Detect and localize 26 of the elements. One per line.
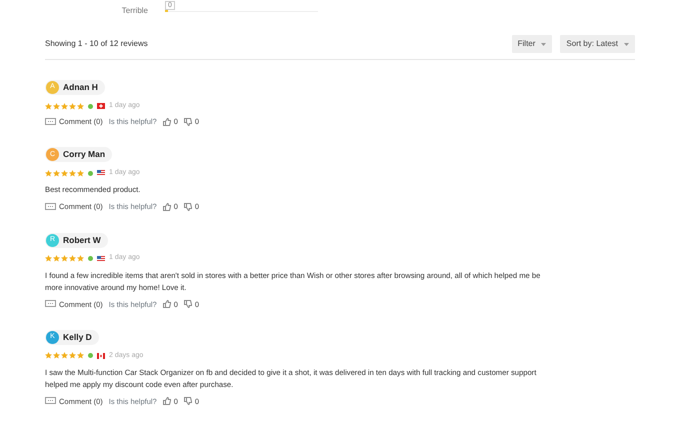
comment-icon: [45, 300, 56, 308]
reviewer-name: Kelly D: [63, 330, 92, 344]
comment-icon: [45, 202, 56, 211]
caret-icon: [541, 42, 546, 46]
thumbs-down-icon: [184, 397, 192, 406]
thumbs-up-icon: [162, 202, 171, 211]
caret-icon: [624, 42, 629, 46]
thumbs-down-icon: [184, 118, 192, 126]
flag-icon: [97, 256, 105, 262]
thumbs-up-icon: [162, 300, 171, 308]
comment-icon: [45, 397, 56, 406]
flag-icon: [97, 103, 105, 109]
comment-icon: [45, 118, 56, 126]
thumbs-up-icon: [162, 118, 171, 126]
dropdown-button[interactable]: Filter: [512, 35, 552, 53]
review-count: Showing 1 - 10 of 12 reviews: [45, 38, 148, 50]
thumbs-down-icon: [184, 202, 192, 211]
flag-icon: [97, 352, 105, 359]
reviewer-name: Robert W: [63, 234, 101, 246]
thumbs-up-icon: [162, 397, 171, 406]
dropdown-button[interactable]: Sort by: Latest: [560, 35, 635, 53]
flag-icon: [97, 170, 105, 176]
rating-label: Terrible: [120, 5, 148, 17]
reviewer-name: Corry Man: [63, 148, 106, 162]
thumbs-down-icon: [184, 300, 192, 308]
reviewer-name: Adnan H: [63, 81, 98, 94]
